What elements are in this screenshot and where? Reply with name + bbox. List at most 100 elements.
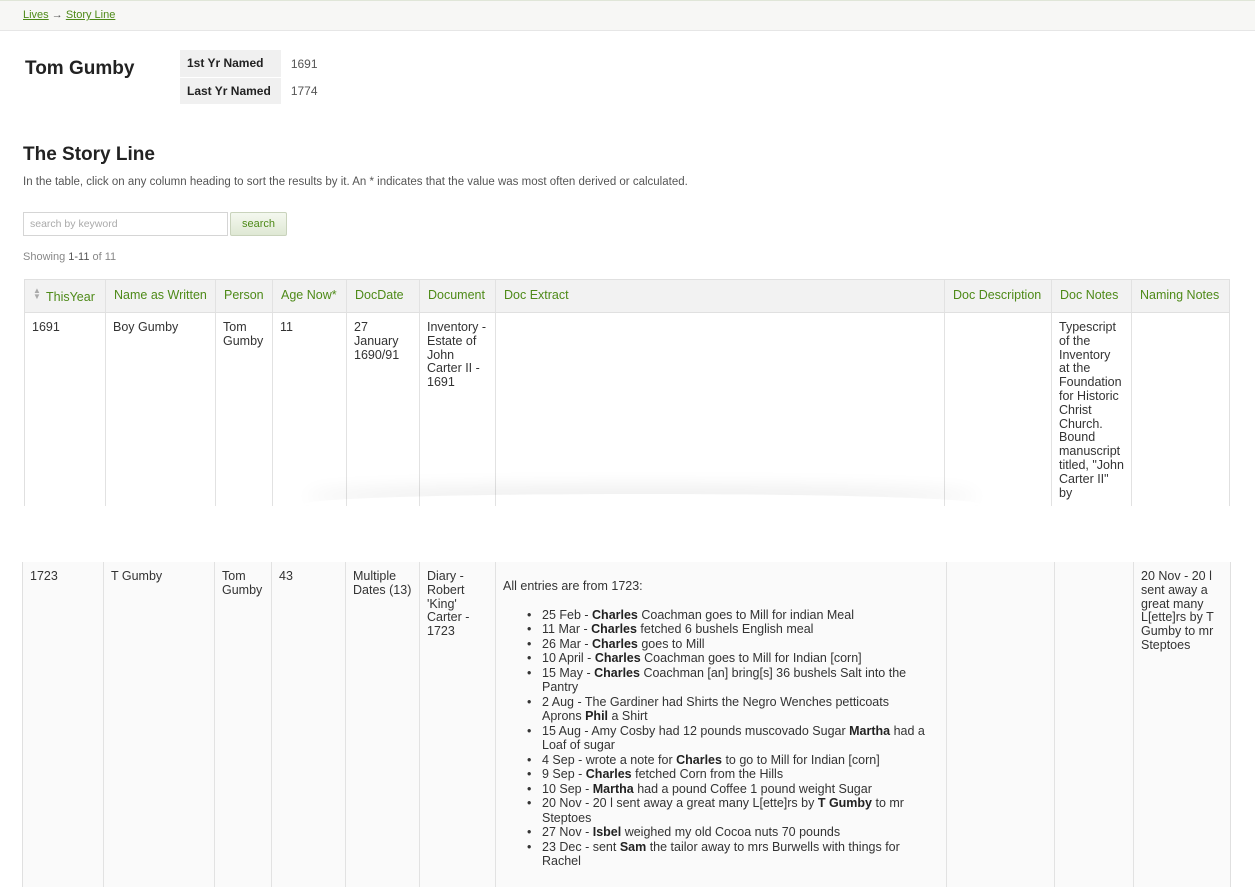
extract-entry: 11 Mar - Charles fetched 6 bushels Engli… xyxy=(503,622,939,637)
entry-text: 26 Mar - xyxy=(542,636,593,651)
entry-text: 4 Sep - wrote a note for xyxy=(542,752,677,767)
meta-row-first: 1st Yr Named 1691 xyxy=(180,50,328,78)
breadcrumb: Lives → Story Line xyxy=(0,0,1255,31)
cell-naming-notes xyxy=(1132,313,1229,506)
entry-text: 10 April - xyxy=(542,651,595,666)
entry-person: Charles xyxy=(594,651,641,666)
entry-text: fetched 6 bushels English meal xyxy=(636,622,814,637)
first-year-value: 1691 xyxy=(290,56,318,71)
results-count: Showing 1-11 of 11 xyxy=(23,251,116,263)
extract-entry: 4 Sep - wrote a note for Charles to go t… xyxy=(503,753,939,768)
meta-row-last: Last Yr Named 1774 xyxy=(180,77,328,105)
column-header-docdate[interactable]: DocDate xyxy=(347,280,420,312)
person-name: Tom Gumby xyxy=(25,58,135,79)
cell-this-year: 1691 xyxy=(25,313,106,506)
entry-person: Charles xyxy=(585,767,632,782)
entry-person: Charles xyxy=(591,622,637,637)
entry-text: 20 Nov - 20 l sent away a great many L[e… xyxy=(542,796,818,811)
cell-doc-notes: Typescript of the Inventory at the Found… xyxy=(1052,313,1132,506)
cell-name-as-written: Boy Gumby xyxy=(106,313,216,506)
extract-entry-list: 25 Feb - Charles Coachman goes to Mill f… xyxy=(503,608,939,869)
column-header-naming-notes[interactable]: Naming Notes xyxy=(1132,280,1231,312)
entry-text: to go to Mill for Indian [corn] xyxy=(721,752,880,767)
first-year-label: 1st Yr Named xyxy=(180,50,281,78)
table-header: ▲ ▼ ThisYear Name as Written Person Age No… xyxy=(24,279,1230,313)
intro-text: In the table, click on any column headin… xyxy=(23,176,688,188)
entry-text: goes to Mill xyxy=(637,636,705,651)
sort-icon: ▲ ▼ xyxy=(33,286,41,301)
extract-entry: 25 Feb - Charles Coachman goes to Mill f… xyxy=(503,608,939,623)
entry-person: Phil xyxy=(585,709,609,724)
entry-text: 25 Feb - xyxy=(542,607,593,622)
entry-text: 23 Dec - sent xyxy=(542,839,620,854)
entry-text: 10 Sep - xyxy=(542,781,593,796)
extract-entry: 9 Sep - Charles fetched Corn from the Hi… xyxy=(503,767,939,782)
cell-age-now: 43 xyxy=(272,562,346,887)
entry-person: T Gumby xyxy=(817,796,873,811)
cell-name-as-written: T Gumby xyxy=(104,562,215,887)
cell-doc-description xyxy=(947,562,1055,887)
column-header-name-as-written[interactable]: Name as Written xyxy=(106,280,216,312)
entry-person: Charles xyxy=(592,607,638,622)
entry-text: fetched Corn from the Hills xyxy=(631,767,784,782)
breadcrumb-link-lives[interactable]: Lives xyxy=(23,9,49,21)
extract-entry: 23 Dec - sent Sam the tailor away to mrs… xyxy=(503,840,939,869)
cell-age-now: 11 xyxy=(273,313,347,506)
entry-text: weighed my old Cocoa nuts 70 pounds xyxy=(621,825,841,840)
column-header-thisyear[interactable]: ▲ ▼ ThisYear xyxy=(25,280,106,312)
table-row: 1723 T Gumby Tom Gumby 43 Multiple Dates… xyxy=(22,562,1231,887)
extract-entry: 10 Sep - Martha had a pound Coffee 1 pou… xyxy=(503,782,939,797)
column-header-doc-notes[interactable]: Doc Notes xyxy=(1052,280,1132,312)
showing-suffix: of 11 xyxy=(89,251,117,263)
table-row: 1691 Boy Gumby Tom Gumby 11 27 January 1… xyxy=(24,313,1230,506)
extract-entry: 26 Mar - Charles goes to Mill xyxy=(503,637,939,652)
extract-intro: All entries are from 1723: xyxy=(503,579,643,593)
entry-text: Coachman goes to Mill for Indian [corn] xyxy=(640,651,862,666)
cell-naming-notes: 20 Nov - 20 l sent away a great many L[e… xyxy=(1141,569,1214,652)
entry-text: 15 Aug - Amy Cosby had 12 pounds muscova… xyxy=(542,723,850,738)
entry-person: Charles xyxy=(594,665,640,680)
column-header-doc-description[interactable]: Doc Description xyxy=(945,280,1052,312)
last-year-label: Last Yr Named xyxy=(180,77,281,105)
search-input[interactable] xyxy=(23,212,228,236)
column-header-doc-extract[interactable]: Doc Extract xyxy=(496,280,945,312)
column-header-age-now[interactable]: Age Now* xyxy=(273,280,347,312)
cell-doc-description xyxy=(945,313,1052,506)
search-button[interactable]: search xyxy=(230,212,287,236)
entry-text: 27 Nov - xyxy=(542,825,593,840)
column-header-person[interactable]: Person xyxy=(216,280,273,312)
column-header-document[interactable]: Document xyxy=(420,280,496,312)
breadcrumb-link-story-line[interactable]: Story Line xyxy=(66,9,116,21)
showing-prefix: Showing xyxy=(23,251,69,263)
entry-person: Martha xyxy=(592,781,634,796)
cell-doc-notes xyxy=(1055,562,1134,887)
entry-person: Sam xyxy=(619,839,647,854)
entry-text: 11 Mar - xyxy=(542,622,592,637)
cell-document: Diary - Robert 'King' Carter - 1723 xyxy=(420,562,496,887)
cell-document: Inventory - Estate of John Carter II - 1… xyxy=(420,313,496,506)
extract-entry: 10 April - Charles Coachman goes to Mill… xyxy=(503,651,939,666)
entry-text: 15 May - xyxy=(542,665,595,680)
cell-this-year: 1723 xyxy=(23,562,104,887)
entry-person: Charles xyxy=(676,752,722,767)
cell-doc-extract: All entries are from 1723: 25 Feb - Char… xyxy=(496,562,947,887)
extract-entry: 2 Aug - The Gardiner had Shirts the Negr… xyxy=(503,695,939,724)
cell-person: Tom Gumby xyxy=(215,562,272,887)
entry-text: Coachman goes to Mill for indian Meal xyxy=(637,607,854,622)
breadcrumb-arrow-icon: → xyxy=(51,9,63,21)
entry-text: 9 Sep - xyxy=(542,767,586,782)
entry-text: had a pound Coffee 1 pound weight Sugar xyxy=(633,781,872,796)
cell-doc-date: Multiple Dates (13) xyxy=(346,562,420,887)
showing-range: 1-11 xyxy=(68,251,90,263)
cell-person: Tom Gumby xyxy=(216,313,273,506)
entry-text: a Shirt xyxy=(608,709,648,724)
section-title: The Story Line xyxy=(23,144,155,165)
person-meta-table: 1st Yr Named 1691 Last Yr Named 1774 xyxy=(180,50,328,105)
extract-entry: 15 Aug - Amy Cosby had 12 pounds muscova… xyxy=(503,724,939,753)
cell-doc-extract xyxy=(496,313,945,506)
cell-doc-date: 27 January 1690/91 xyxy=(347,313,420,506)
column-header-label: ThisYear xyxy=(46,290,95,304)
extract-entry: 27 Nov - Isbel weighed my old Cocoa nuts… xyxy=(503,825,939,840)
entry-person: Charles xyxy=(592,636,638,651)
extract-entry: 20 Nov - 20 l sent away a great many L[e… xyxy=(503,796,939,825)
